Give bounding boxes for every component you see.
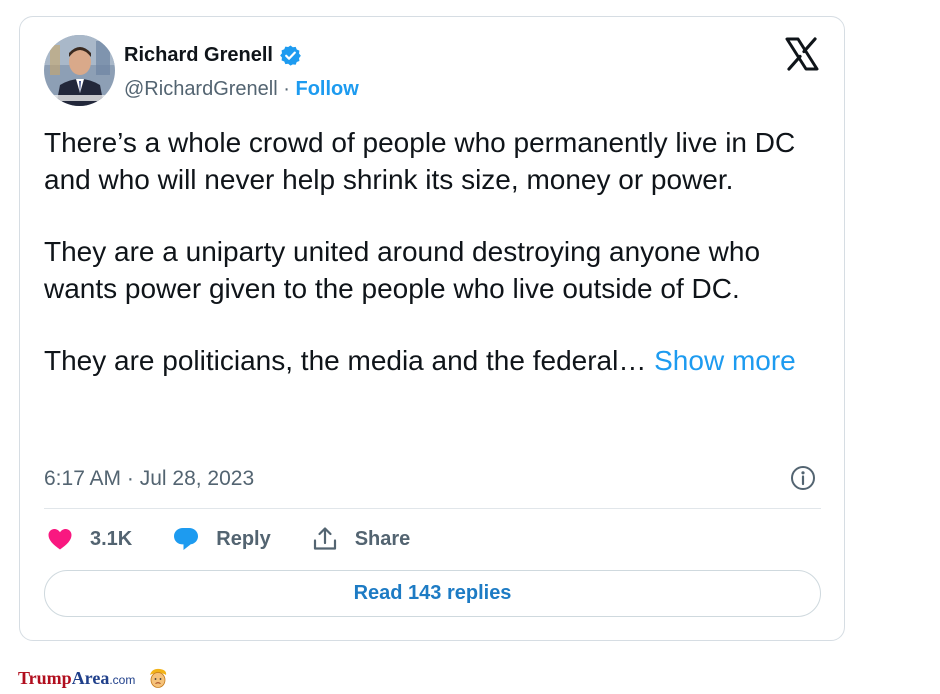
handle-separator: · xyxy=(277,78,296,100)
share-upload-icon xyxy=(313,527,336,550)
author-handle[interactable]: @RichardGrenell xyxy=(124,78,278,100)
info-icon[interactable] xyxy=(789,464,817,492)
tweet-timestamp[interactable]: 6:17 AM · Jul 28, 2023 xyxy=(44,467,254,491)
watermark-text-1: Trump xyxy=(18,667,72,688)
show-more-link[interactable]: Show more xyxy=(654,345,796,376)
speech-bubble-icon xyxy=(174,528,199,550)
heart-icon xyxy=(48,529,72,550)
trump-face-icon xyxy=(147,667,169,689)
tweet-text: There’s a whole crowd of people who perm… xyxy=(44,125,834,380)
watermark-text-2: Area xyxy=(71,667,110,688)
like-count: 3.1K xyxy=(90,527,133,550)
x-logo-icon[interactable] xyxy=(784,36,820,72)
tweet-card: Richard Grenell @RichardGrenell · Follow… xyxy=(19,16,845,641)
verified-badge-icon xyxy=(279,44,302,67)
tweet-paragraph-last: They are politicians, the media and the … xyxy=(44,343,834,380)
tweet-paragraph: There’s a whole crowd of people who perm… xyxy=(44,127,796,195)
author-name-row: Richard Grenell xyxy=(124,44,302,67)
site-watermark: Trump Area .com xyxy=(18,667,169,689)
share-button[interactable]: Share xyxy=(311,525,411,553)
like-button[interactable]: 3.1K xyxy=(46,525,132,553)
tweet-paragraph: They are a uniparty united around destro… xyxy=(44,236,761,304)
action-bar: 3.1K Reply Share xyxy=(46,525,450,553)
watermark-text-3: .com xyxy=(109,673,136,687)
share-label: Share xyxy=(354,527,411,550)
reply-label: Reply xyxy=(216,527,271,550)
tweet-paragraph: They are politicians, the media and the … xyxy=(44,345,655,376)
read-replies-button[interactable]: Read 143 replies xyxy=(44,570,821,617)
author-name[interactable]: Richard Grenell xyxy=(124,44,273,67)
handle-row: @RichardGrenell · Follow xyxy=(124,78,359,101)
divider xyxy=(44,508,821,509)
avatar[interactable] xyxy=(44,35,115,106)
follow-button[interactable]: Follow xyxy=(295,78,358,100)
reply-button[interactable]: Reply xyxy=(172,525,271,553)
